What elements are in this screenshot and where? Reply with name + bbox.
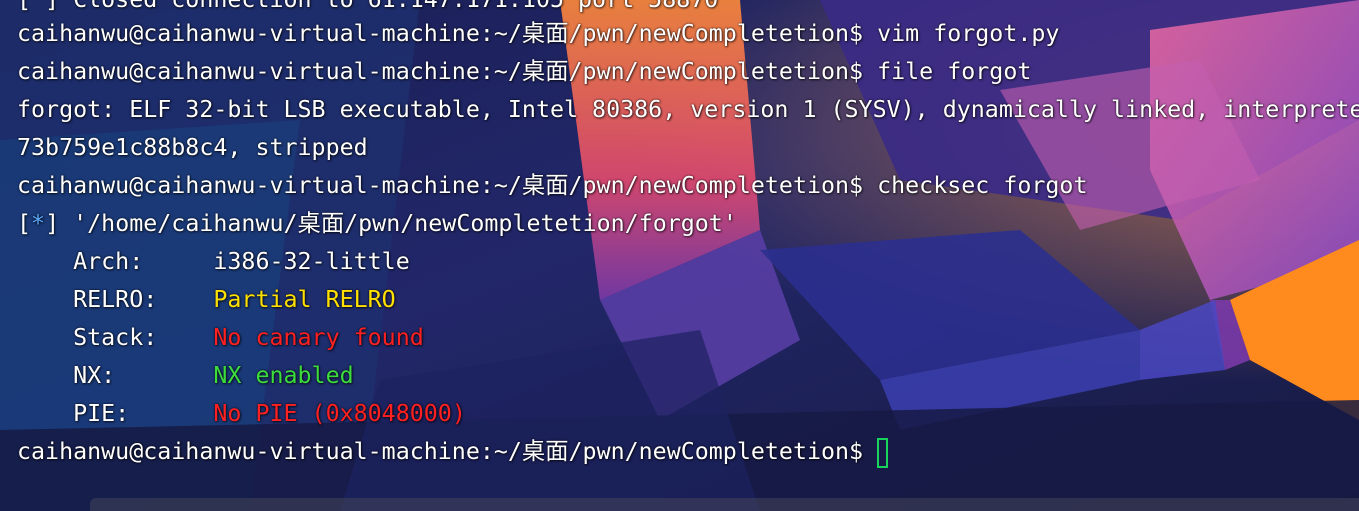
terminal-text-segment: [ ] Closed connection to 61.147.171.105 … — [17, 0, 718, 13]
terminal-text-segment: Partial RELRO — [213, 286, 396, 313]
terminal-text-segment: NX enabled — [213, 362, 354, 389]
terminal-text-segment: ] '/home/caihanwu/桌面/pwn/newCompletetion… — [45, 210, 737, 237]
terminal-line: Stack: No canary found — [17, 323, 424, 353]
terminal-window[interactable]: [ ] Closed connection to 61.147.171.105 … — [0, 0, 1359, 511]
terminal-text-segment: forgot: ELF 32-bit LSB executable, Intel… — [17, 96, 1359, 123]
terminal-text-segment: Stack: — [17, 324, 214, 351]
terminal-text-segment: No PIE (0x8048000) — [213, 400, 466, 427]
terminal-text-segment: caihanwu@caihanwu-virtual-machine:~/桌面/p… — [17, 438, 864, 465]
terminal-line: caihanwu@caihanwu-virtual-machine:~/桌面/p… — [17, 19, 1059, 49]
terminal-line: PIE: No PIE (0x8048000) — [17, 399, 466, 429]
terminal-line: Arch: i386-32-little — [17, 247, 410, 277]
terminal-text-segment: [ — [17, 210, 32, 237]
terminal-text-segment: PIE: — [17, 400, 214, 427]
horizontal-scrollbar[interactable] — [90, 498, 1359, 511]
terminal-line: caihanwu@caihanwu-virtual-machine:~/桌面/p… — [17, 171, 1088, 201]
terminal-text-segment: NX: — [17, 362, 214, 389]
terminal-line: forgot: ELF 32-bit LSB executable, Intel… — [17, 95, 1359, 125]
terminal-text-segment: caihanwu@caihanwu-virtual-machine:~/桌面/p… — [17, 172, 1088, 199]
terminal-line: caihanwu@caihanwu-virtual-machine:~/桌面/p… — [17, 57, 1031, 87]
terminal-text-segment: caihanwu@caihanwu-virtual-machine:~/桌面/p… — [17, 58, 1032, 85]
terminal-text-segment: caihanwu@caihanwu-virtual-machine:~/桌面/p… — [17, 20, 1060, 47]
terminal-line: RELRO: Partial RELRO — [17, 285, 396, 315]
terminal-line: [*] '/home/caihanwu/桌面/pwn/newCompleteti… — [17, 209, 737, 239]
terminal-cursor — [877, 438, 889, 468]
terminal-line: NX: NX enabled — [17, 361, 354, 391]
terminal-text-segment: Arch: i386-32-little — [17, 248, 410, 275]
terminal-text-segment: 73b759e1c88b8c4, stripped — [17, 134, 368, 161]
terminal-text-segment: * — [31, 210, 46, 237]
terminal-text-segment: No canary found — [213, 324, 424, 351]
terminal-line: 73b759e1c88b8c4, stripped — [17, 133, 368, 163]
terminal-text-segment: RELRO: — [17, 286, 214, 313]
terminal-line: [ ] Closed connection to 61.147.171.105 … — [17, 0, 718, 15]
terminal-line: caihanwu@caihanwu-virtual-machine:~/桌面/p… — [17, 437, 889, 468]
